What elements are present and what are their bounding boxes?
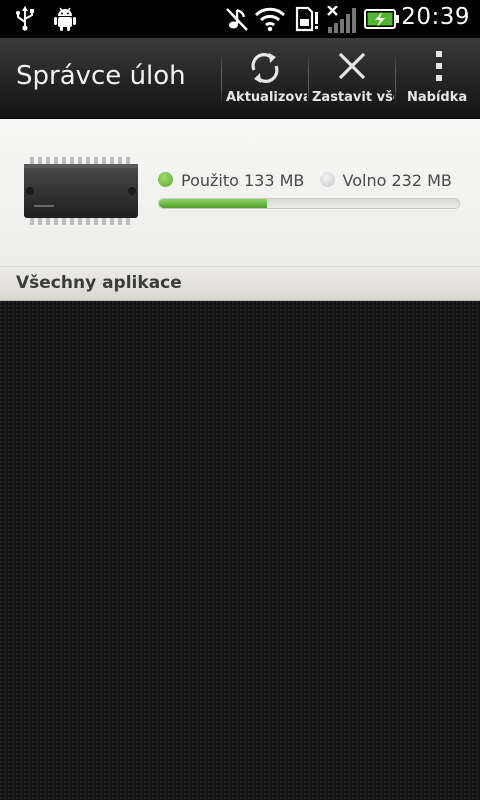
close-icon bbox=[338, 52, 366, 80]
no-signal-icon bbox=[327, 6, 356, 33]
action-bar-divider bbox=[221, 54, 222, 104]
status-bar: 20:39 bbox=[0, 0, 480, 38]
refresh-button[interactable]: Aktualizovat bbox=[223, 38, 307, 118]
stop-all-button-label: Zastavit vše bbox=[312, 90, 394, 105]
section-title: Všechny aplikace bbox=[16, 273, 182, 293]
usb-icon bbox=[16, 6, 34, 31]
stop-all-button[interactable]: Zastavit vše bbox=[310, 38, 394, 118]
wifi-icon bbox=[254, 7, 286, 32]
battery-charging-icon bbox=[364, 9, 399, 29]
memory-legend: Použito 133 MB Volno 232 MB bbox=[158, 171, 452, 190]
refresh-button-label: Aktualizovat bbox=[226, 90, 307, 105]
sim-card-icon bbox=[295, 6, 318, 32]
refresh-icon bbox=[251, 53, 279, 83]
free-memory-dot bbox=[319, 172, 335, 187]
memory-panel: Použito 133 MB Volno 232 MB bbox=[0, 119, 480, 267]
menu-button-label: Nabídka bbox=[407, 90, 468, 105]
overflow-menu-icon bbox=[435, 51, 442, 81]
action-bar: Správce úloh Aktualizovat Zastavit vše N… bbox=[0, 38, 480, 119]
section-header: Všechny aplikace bbox=[0, 267, 480, 301]
vibrate-off-icon bbox=[226, 8, 248, 31]
memory-usage-bar-fill bbox=[159, 199, 267, 208]
memory-chip-icon bbox=[24, 157, 138, 225]
page-title: Správce úloh bbox=[16, 61, 186, 91]
android-debug-icon bbox=[54, 7, 76, 31]
action-bar-divider bbox=[395, 54, 396, 104]
menu-button[interactable]: Nabídka bbox=[397, 38, 480, 118]
used-memory-dot bbox=[158, 172, 173, 187]
action-bar-divider bbox=[308, 54, 309, 104]
used-memory-label: Použito 133 MB bbox=[181, 171, 305, 190]
app-list[interactable] bbox=[0, 301, 480, 800]
status-clock: 20:39 bbox=[401, 4, 470, 30]
free-memory-label: Volno 232 MB bbox=[342, 171, 452, 190]
memory-usage-bar bbox=[158, 198, 460, 209]
